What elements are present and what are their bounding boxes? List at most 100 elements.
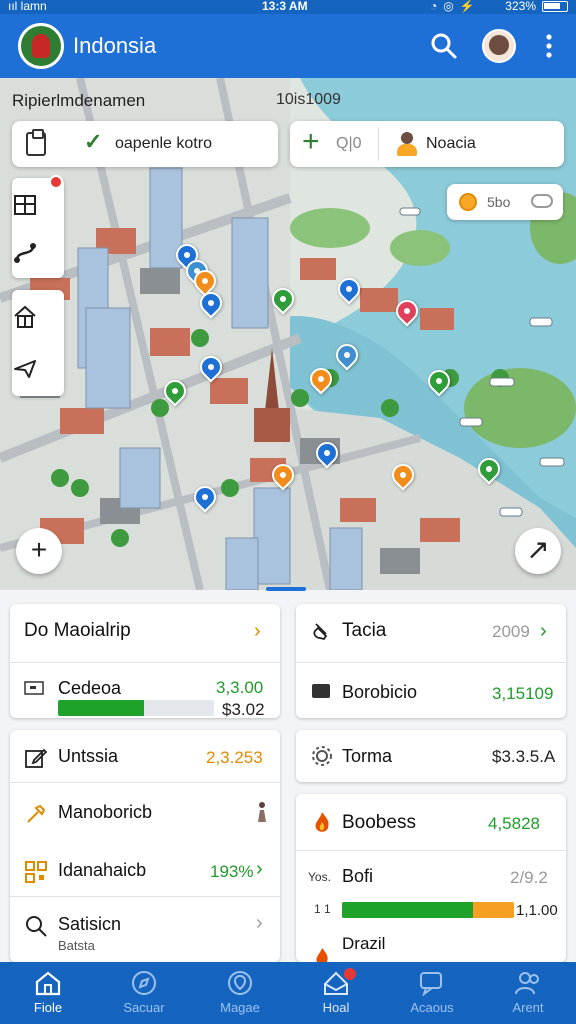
bottom-nav: Fiole Sacuar Magae Hoal Acaous Arent: [0, 962, 576, 1024]
chevron-right-icon[interactable]: ›: [256, 858, 263, 881]
coin-pill[interactable]: 5bo: [447, 184, 563, 220]
progress-bar: [342, 902, 514, 918]
progress-value: 1,1.00: [516, 902, 558, 919]
tap-icon: [313, 623, 328, 641]
clipboard-icon: [26, 129, 46, 156]
list-item-label[interactable]: Satisicn: [58, 914, 121, 935]
location-icon: [228, 971, 252, 995]
nav-label: Fiole: [33, 1000, 63, 1015]
hammer-icon: [27, 804, 46, 823]
player-name: Noacia: [426, 135, 476, 152]
status-icons: ◔◎⚡: [430, 0, 481, 13]
card-title: Boobess: [342, 812, 416, 833]
chevron-right-icon[interactable]: ›: [540, 620, 547, 643]
progress-fill: [58, 700, 144, 716]
person-icon: [396, 132, 418, 156]
map-tools-top: [12, 178, 64, 278]
chevron-right-icon[interactable]: ›: [254, 620, 261, 643]
list-item-label[interactable]: Manoboricb: [58, 802, 152, 823]
more-vert-icon[interactable]: [533, 30, 565, 62]
row-label: Torma: [342, 746, 393, 766]
divider: [10, 896, 280, 897]
avatar[interactable]: [482, 29, 516, 63]
layers-icon[interactable]: [12, 192, 38, 218]
nav-item-explore[interactable]: Sacuar: [96, 962, 192, 1024]
card-value: 2009: [492, 622, 530, 641]
card-tacia[interactable]: Tacia 2009 › Borobicio 3,15109: [296, 604, 566, 718]
list-item-label[interactable]: Idanahaicb: [58, 860, 146, 881]
home-icon: [35, 971, 61, 996]
task-pill[interactable]: ✓ oapenle kotro: [12, 121, 278, 167]
player-pill[interactable]: + Q|0 Noacia: [290, 121, 564, 167]
add-icon[interactable]: +: [302, 125, 320, 159]
notification-dot: [49, 175, 63, 189]
nav-label: Acaous: [410, 1000, 454, 1015]
map-tools-bottom: [12, 290, 64, 396]
divider: [296, 662, 566, 663]
row-label: Cedeoa: [58, 678, 122, 698]
search-doc-icon: [26, 916, 47, 937]
search-icon[interactable]: [428, 30, 460, 62]
zoom-in-button[interactable]: +: [16, 528, 62, 574]
list-item-sublabel: Batsta: [58, 938, 95, 953]
app-title: Indonsia: [73, 33, 157, 58]
route-icon[interactable]: [12, 240, 38, 266]
wallet-icon: [24, 681, 44, 695]
row-value: $3.3.5.A: [492, 747, 556, 766]
progress-fill-green: [342, 902, 473, 918]
nav-item-map[interactable]: Magae: [192, 962, 288, 1024]
row-value: 3,3.00: [216, 678, 264, 697]
list-item-value: 2,3.253: [206, 748, 263, 767]
navigate-button[interactable]: ↗: [515, 528, 561, 574]
card-boobess: Boobess 4,5828 Yos. Bofi 2/9.2 1 1 1,1.0…: [296, 794, 566, 965]
card-title: Tacia: [342, 620, 387, 641]
divider: [10, 662, 280, 663]
chevron-right-icon[interactable]: ›: [256, 912, 263, 935]
app-logo[interactable]: [18, 23, 64, 69]
card-list: Untssia 2,3.253 Manoboricb Idanahaicb 19…: [10, 730, 280, 962]
row-label[interactable]: Bofi: [342, 866, 373, 887]
progress-fill-orange: [472, 902, 514, 918]
notification-badge: [344, 968, 356, 980]
nav-item-home[interactable]: Fiole: [0, 962, 96, 1024]
coin-value: 5bo: [487, 194, 511, 210]
player-code: Q|0: [336, 135, 362, 152]
row-prefix: Yos.: [308, 870, 331, 884]
card-main-stats[interactable]: Do Maoialrip › Cedeoa 3,3.00 $3.02: [10, 604, 280, 719]
pill-divider: [378, 127, 379, 161]
status-time: 13:3 AM: [262, 0, 308, 13]
task-pill-label: oapenle kotro: [115, 135, 212, 152]
row-value: 3,15109: [492, 684, 554, 703]
map-coordinates: 10is1009: [276, 91, 341, 108]
check-icon: ✓: [84, 129, 103, 154]
nav-item-chat[interactable]: Acaous: [384, 962, 480, 1024]
airplane-icon[interactable]: [12, 354, 38, 380]
page-indicator: [266, 587, 306, 591]
row-label[interactable]: Drazil: [342, 934, 385, 954]
building-icon[interactable]: [12, 304, 38, 330]
app-bar: Indonsia: [0, 14, 576, 78]
battery-icon: [542, 1, 568, 12]
nav-label: Hoal: [322, 1000, 350, 1015]
gear-icon: [312, 746, 332, 766]
nav-label: Arent: [512, 1000, 544, 1015]
compass-icon: [132, 971, 156, 995]
list-item-label[interactable]: Untssia: [58, 746, 118, 767]
edit-icon: [25, 748, 48, 768]
people-icon: [515, 972, 539, 995]
nav-item-inbox[interactable]: Hoal: [288, 962, 384, 1024]
card-torma[interactable]: Torma $3.3.5.A: [296, 730, 566, 782]
card-title: Do Maoialrip: [24, 620, 131, 641]
coin-icon: [459, 193, 477, 211]
city-map[interactable]: Ripierlmdenamen 10is1009 ✓ oapenle kotro…: [0, 78, 576, 590]
status-bar: ııl lamn 13:3 AM ◔◎⚡ 323%: [0, 0, 576, 14]
progress-label: 1 1: [314, 902, 331, 916]
nav-label: Sacuar: [123, 1000, 165, 1015]
cloud-icon: [531, 194, 553, 208]
battery-percent: 323%: [505, 0, 536, 13]
progress-bar: [58, 700, 214, 716]
nav-item-people[interactable]: Arent: [480, 962, 576, 1024]
chat-icon: [420, 972, 442, 996]
carrier-label: ııl lamn: [8, 0, 47, 13]
divider: [296, 850, 566, 851]
